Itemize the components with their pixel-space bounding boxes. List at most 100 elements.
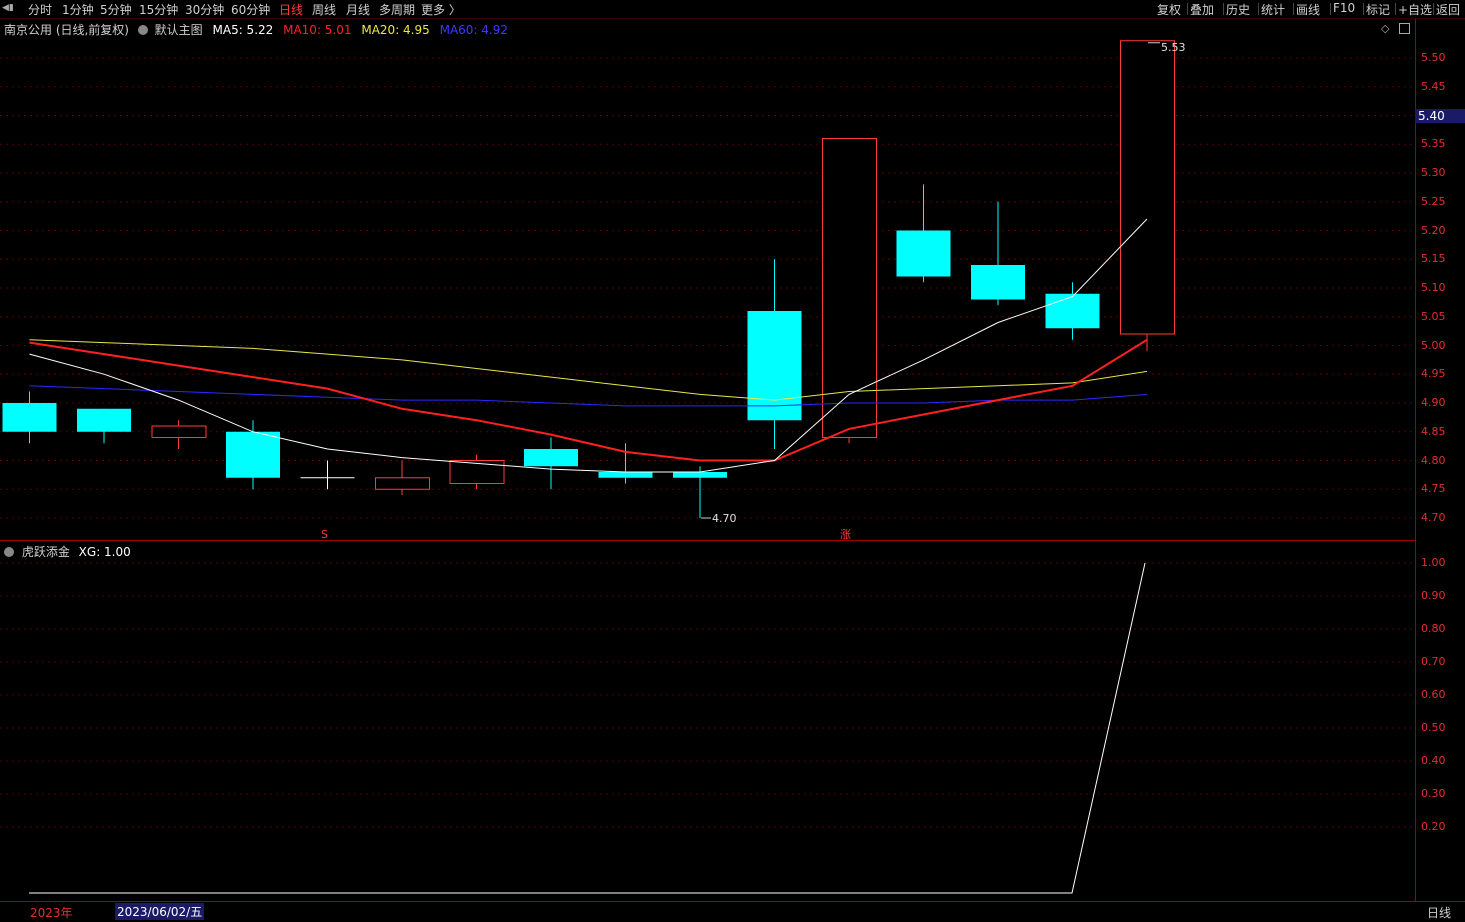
indicator-panel[interactable]: 虎跃添金 XG: 1.00 [0,542,1415,901]
high-label: 5.53 [1161,41,1186,54]
ma60-label: MA60: 4.92 [439,23,509,37]
candle-body [1120,40,1175,335]
indicator-tick: 0.50 [1421,721,1446,734]
toolbar-separator [1330,3,1331,15]
collapse-icon[interactable]: ◀▮ [2,3,14,14]
price-tick: 5.20 [1421,223,1446,237]
toolbar-button-4[interactable]: 画线 [1296,1,1320,18]
current-price-tag: 5.40 [1415,108,1465,123]
period-tab-4[interactable]: 30分钟 [185,1,224,18]
candle-body [896,230,951,277]
toolbar-button-7[interactable]: +自选 [1398,1,1432,18]
indicator-name[interactable]: 虎跃添金 [22,545,70,559]
period-tab-8[interactable]: 月线 [346,1,370,18]
ma20-label: MA20: 4.95 [361,23,430,37]
price-tick: 5.00 [1421,338,1446,352]
candle-body [375,477,430,490]
toolbar-button-8[interactable]: 返回 [1436,1,1460,18]
candle-body [524,449,578,467]
toolbar-separator [1293,3,1294,15]
candle-body [673,472,727,478]
toolbar-separator [1223,3,1224,15]
toolbar-separator [1187,3,1188,15]
toolbar-button-0[interactable]: 复权 [1157,1,1181,18]
diamond-icon[interactable]: ◇ [1381,22,1389,35]
indicator-tick: 0.80 [1421,622,1446,635]
year-label: 2023年 [30,906,73,920]
period-tab-2[interactable]: 5分钟 [100,1,132,18]
indicator-tick: 0.70 [1421,655,1446,668]
candle-body [971,265,1025,300]
candle-body [226,431,280,478]
template-dropdown-icon[interactable] [137,25,148,35]
period-tab-7[interactable]: 周线 [312,1,336,18]
low-label: 4.70 [712,512,737,525]
cursor-date: 2023/06/02/五 [115,903,205,920]
indicator-tick: 0.20 [1421,820,1446,833]
xg-value: XG: 1.00 [78,545,131,559]
window-icon[interactable] [1399,23,1410,34]
indicator-tick: 0.60 [1421,688,1446,701]
price-tick: 5.45 [1421,79,1446,93]
price-tick: 5.10 [1421,281,1446,294]
candle-body [822,138,877,438]
toolbar-separator [1433,3,1434,15]
candlestick-chart[interactable]: 5.53 4.70 S 涨 [0,19,1415,541]
candle-body [747,311,802,421]
stock-title: 南京公用 (日线,前复权) [4,23,129,37]
indicator-header: 虎跃添金 XG: 1.00 [4,543,131,560]
candle-body [2,403,57,432]
indicator-chart[interactable] [0,542,1415,901]
indicator-tick: 0.90 [1421,589,1446,602]
candle-body [1045,293,1100,329]
toolbar-separator [1258,3,1259,15]
toolbar-separator [1363,3,1364,15]
period-tab-1[interactable]: 1分钟 [62,1,94,18]
price-tick: 5.30 [1421,166,1446,179]
ma20-line [29,339,1148,401]
indicator-tick: 0.40 [1421,754,1446,767]
price-tick: 4.90 [1421,396,1446,409]
period-tab-9[interactable]: 多周期 [379,1,415,18]
price-tick: 5.25 [1421,194,1446,208]
toolbar-button-2[interactable]: 历史 [1226,1,1250,18]
price-tick: 4.75 [1421,482,1446,496]
toolbar-button-5[interactable]: F10 [1333,1,1355,15]
indicator-tick: 1.00 [1421,556,1446,569]
indicator-dropdown-icon[interactable] [4,547,14,557]
candle-body [449,460,505,484]
toolbar-button-1[interactable]: 叠加 [1190,1,1214,18]
price-tick: 5.35 [1421,137,1446,151]
period-tab-10[interactable]: 更多 〉 [421,1,461,18]
ma10-label: MA10: 5.01 [283,23,352,37]
toolbar-separator [1395,3,1396,15]
ma10-line [29,338,1148,462]
toolbar-button-3[interactable]: 统计 [1261,1,1285,18]
signal-s-marker: S [321,528,328,541]
price-tick: 4.70 [1421,511,1446,524]
price-tick: 5.05 [1421,309,1446,323]
main-chart-panel[interactable]: 5.53 4.70 S 涨 南京公用 (日线,前复权) 默认主图 MA5: 5.22 … [0,19,1415,541]
template-label[interactable]: 默认主图 [155,23,203,37]
indicator-tick: 0.30 [1421,787,1446,800]
price-tick: 4.95 [1421,367,1446,381]
price-tick: 5.50 [1421,51,1446,64]
period-toolbar: ◀▮ 分时 1分钟 5分钟 15分钟 30分钟 60分钟 日线 周线 月线 多周期 更多 〉 复权叠… [0,0,1465,19]
toolbar-button-6[interactable]: 标记 [1366,1,1390,18]
price-tick: 5.15 [1421,252,1446,266]
ma5-label: MA5: 5.22 [212,23,274,37]
candle-body [598,472,653,478]
period-label[interactable]: 日线 [1427,904,1451,921]
date-bar: 2023年 2023/06/02/五 日线 [0,901,1465,922]
price-tick: 4.85 [1421,424,1446,438]
period-tab-0[interactable]: 分时 [28,1,52,18]
period-tab-6[interactable]: 日线 [279,1,303,18]
period-tab-3[interactable]: 15分钟 [139,1,178,18]
candle-body [151,425,207,438]
price-tick: 4.80 [1421,453,1446,467]
candle-body [77,408,131,432]
main-chart-header: 南京公用 (日线,前复权) 默认主图 MA5: 5.22 MA10: 5.01 … [4,21,508,38]
signal-zhang-marker: 涨 [840,528,851,541]
xg-line [29,562,1146,894]
period-tab-5[interactable]: 60分钟 [231,1,270,18]
